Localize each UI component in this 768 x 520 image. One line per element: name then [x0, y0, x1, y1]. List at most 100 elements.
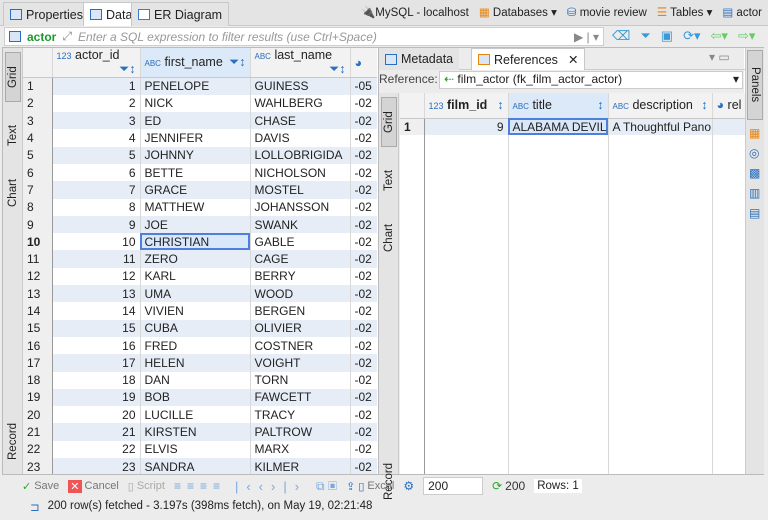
- cell-last-update[interactable]: -02: [350, 146, 377, 164]
- column-header-last-name[interactable]: ABC last_name ⏷↕: [250, 48, 351, 78]
- row-number[interactable]: 10: [23, 233, 53, 251]
- cell-last-update[interactable]: -02: [350, 336, 377, 355]
- column-header-actor-id[interactable]: 123 actor_id ⏷↕: [52, 48, 141, 78]
- column-header-first-name[interactable]: ABC first_name ⏷↕: [140, 48, 251, 78]
- fetch-all-button[interactable]: ⟳ 200: [492, 479, 525, 493]
- cell-last-update[interactable]: -02: [350, 388, 377, 407]
- cell-last-name[interactable]: LOLLOBRIGIDA: [250, 146, 351, 164]
- cell-actor-id[interactable]: 12: [52, 267, 141, 286]
- panel-references-icon[interactable]: ▥: [749, 186, 760, 200]
- cell-actor-id[interactable]: 1: [52, 77, 141, 95]
- panel-aggregate-icon[interactable]: ◎: [749, 146, 760, 160]
- panel-metadata-icon[interactable]: ▩: [749, 166, 760, 180]
- cell-last-name[interactable]: MARX: [250, 440, 351, 459]
- table-row[interactable]: 18 18 DAN TORN -02: [23, 371, 377, 389]
- eraser-icon[interactable]: ⌫: [612, 28, 630, 44]
- cell-last-update[interactable]: -02: [350, 440, 377, 459]
- cell-first-name[interactable]: JOE: [140, 215, 251, 234]
- cell-last-update[interactable]: -05: [350, 77, 377, 95]
- row-number[interactable]: 6: [23, 163, 53, 182]
- cell-actor-id[interactable]: 20: [52, 406, 141, 424]
- table-row[interactable]: 14 14 VIVIEN BERGEN -02: [23, 302, 377, 320]
- cell-actor-id[interactable]: 19: [52, 388, 141, 407]
- export-excel-button[interactable]: ⇪ ▯ Excel: [346, 480, 394, 493]
- row-edit-icons[interactable]: ≡≡≡≡: [174, 479, 226, 493]
- cell-actor-id[interactable]: 14: [52, 302, 141, 320]
- cell-actor-id[interactable]: 3: [52, 112, 141, 130]
- cell-last-update[interactable]: -02: [350, 406, 377, 424]
- row-number[interactable]: 11: [23, 250, 53, 268]
- cell-last-update[interactable]: -02: [350, 354, 377, 372]
- cell-last-update[interactable]: -02: [350, 458, 377, 474]
- cell-actor-id[interactable]: 15: [52, 319, 141, 337]
- row-number[interactable]: 22: [23, 440, 53, 459]
- panel-value-icon[interactable]: ▦: [749, 126, 760, 140]
- close-icon[interactable]: ✕: [568, 52, 578, 67]
- layout-icons[interactable]: ⧉ ▣: [316, 479, 337, 494]
- cell-first-name[interactable]: DAN: [140, 371, 251, 389]
- ref-column-header-description[interactable]: ABC description ↕: [608, 93, 713, 119]
- cell-actor-id[interactable]: 18: [52, 371, 141, 389]
- cell-first-name[interactable]: KARL: [140, 267, 251, 286]
- breadcrumb-table[interactable]: ▤ actor: [722, 5, 762, 19]
- table-row[interactable]: 3 3 ED CHASE -02: [23, 112, 377, 130]
- forward-icon[interactable]: ⇨▾: [738, 28, 755, 44]
- cell-first-name[interactable]: VIVIEN: [140, 302, 251, 320]
- navigation-icons[interactable]: |‹‹›|›: [235, 479, 307, 494]
- row-number[interactable]: 14: [23, 302, 53, 320]
- cell-last-update[interactable]: -02: [350, 129, 377, 147]
- view-tab-record[interactable]: Record: [5, 413, 21, 469]
- table-row[interactable]: 12 12 KARL BERRY -02: [23, 267, 377, 286]
- cell-last-update[interactable]: -02: [350, 181, 377, 199]
- panels-toggle[interactable]: Panels: [747, 50, 763, 120]
- cell-first-name[interactable]: JENNIFER: [140, 129, 251, 147]
- cell-last-name[interactable]: CAGE: [250, 250, 351, 268]
- tab-properties[interactable]: Properties: [3, 2, 90, 26]
- row-number[interactable]: 7: [23, 181, 53, 199]
- cell-first-name[interactable]: ELVIS: [140, 440, 251, 459]
- view-tab-chart[interactable]: Chart: [5, 168, 21, 218]
- cell-last-update[interactable]: -02: [350, 319, 377, 337]
- cell-last-name[interactable]: TORN: [250, 371, 351, 389]
- cell-actor-id[interactable]: 7: [52, 181, 141, 199]
- cell-first-name[interactable]: HELEN: [140, 354, 251, 372]
- cell-first-name[interactable]: ZERO: [140, 250, 251, 268]
- cell-first-name[interactable]: ED: [140, 112, 251, 130]
- cell-first-name[interactable]: PENELOPE: [140, 77, 251, 95]
- table-row[interactable]: 5 5 JOHNNY LOLLOBRIGIDA -02: [23, 146, 377, 164]
- panel-grouping-icon[interactable]: ▤: [749, 206, 760, 220]
- cell-actor-id[interactable]: 2: [52, 94, 141, 113]
- cell-actor-id[interactable]: 17: [52, 354, 141, 372]
- cancel-button[interactable]: ✕ Cancel: [68, 479, 119, 493]
- table-row[interactable]: 6 6 BETTE NICHOLSON -02: [23, 163, 377, 182]
- ref-view-tab-text[interactable]: Text: [381, 155, 397, 205]
- cell-actor-id[interactable]: 23: [52, 458, 141, 474]
- cell-last-name[interactable]: DAVIS: [250, 129, 351, 147]
- cell-last-update[interactable]: -02: [350, 302, 377, 320]
- save-button[interactable]: ✓ Save: [22, 480, 59, 493]
- cell-first-name[interactable]: CHRISTIAN: [140, 233, 251, 251]
- tab-er-diagram[interactable]: ER Diagram: [131, 2, 230, 26]
- table-row[interactable]: 1 9 ALABAMA DEVIL A Thoughtful Pano: [400, 118, 745, 136]
- cell-last-name[interactable]: WOOD: [250, 285, 351, 303]
- cell-first-name[interactable]: SANDRA: [140, 458, 251, 474]
- row-number[interactable]: 3: [23, 112, 53, 130]
- cell-last-update[interactable]: -02: [350, 423, 377, 441]
- cell-first-name[interactable]: GRACE: [140, 181, 251, 199]
- filter-input[interactable]: Enter a SQL expression to filter results…: [78, 30, 377, 44]
- ref-column-header-title[interactable]: ABC title ↕: [508, 93, 609, 119]
- filter-icon[interactable]: ⏷: [640, 28, 650, 44]
- cell-last-name[interactable]: COSTNER: [250, 336, 351, 355]
- cell-last-update[interactable]: -02: [350, 112, 377, 130]
- cell-release-year[interactable]: [712, 118, 745, 136]
- cell-last-name[interactable]: SWANK: [250, 215, 351, 234]
- cell-actor-id[interactable]: 8: [52, 198, 141, 216]
- cell-last-update[interactable]: -02: [350, 163, 377, 182]
- cell-last-name[interactable]: TRACY: [250, 406, 351, 424]
- cell-film-id[interactable]: 9: [424, 118, 509, 136]
- row-number[interactable]: 13: [23, 285, 53, 303]
- cell-first-name[interactable]: CUBA: [140, 319, 251, 337]
- gear-icon[interactable]: ⚙: [403, 479, 414, 493]
- cell-last-name[interactable]: MOSTEL: [250, 181, 351, 199]
- row-number[interactable]: 18: [23, 371, 53, 389]
